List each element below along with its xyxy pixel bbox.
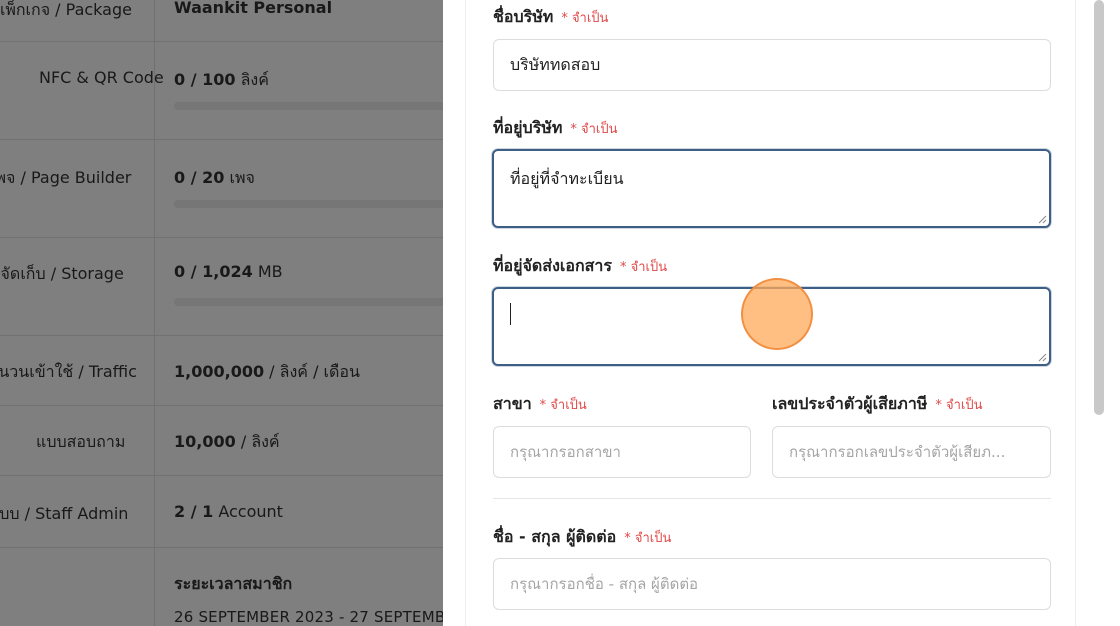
branch-label-text: สาขา	[493, 394, 532, 413]
company-name-label: ชื่อบริษัท * จำเป็น	[493, 5, 608, 30]
required-marker: * จำเป็น	[935, 398, 983, 413]
required-marker: * จำเป็น	[619, 260, 668, 275]
company-name-value: บริษัททดสอบ	[510, 54, 601, 74]
tax-id-input[interactable]: กรุณากรอกเลขประจำตัวผู้เสียภ...	[772, 426, 1051, 478]
company-address-label: ที่อยู่บริษัท * จำเป็น	[493, 116, 618, 141]
contact-name-placeholder: กรุณากรอกชื่อ - สกุล ผู้ติดต่อ	[510, 575, 699, 593]
contact-name-label: ชื่อ - สกุล ผู้ติดต่อ * จำเป็น	[493, 525, 671, 550]
click-indicator	[741, 278, 813, 350]
text-caret	[510, 303, 511, 325]
contact-name-label-text: ชื่อ - สกุล ผู้ติดต่อ	[493, 527, 617, 546]
required-marker: * จำเป็น	[570, 122, 618, 137]
shipping-address-label-text: ที่อยู่จัดส่งเอกสาร	[493, 256, 612, 275]
tax-id-placeholder: กรุณากรอกเลขประจำตัวผู้เสียภ...	[789, 443, 1006, 461]
contact-name-input[interactable]: กรุณากรอกชื่อ - สกุล ผู้ติดต่อ	[493, 558, 1051, 610]
tax-id-label: เลขประจำตัวผู้เสียภาษี * จำเป็น	[772, 392, 983, 417]
company-name-label-text: ชื่อบริษัท	[493, 7, 554, 26]
resize-grip-icon[interactable]	[1038, 215, 1047, 224]
drawer-scrollbar[interactable]	[1094, 0, 1104, 626]
section-divider	[493, 498, 1051, 499]
required-marker: * จำเป็น	[539, 398, 587, 413]
scrollbar-thumb[interactable]	[1094, 0, 1104, 415]
shipping-address-label: ที่อยู่จัดส่งเอกสาร * จำเป็น	[493, 254, 667, 279]
branch-placeholder: กรุณากรอกสาขา	[510, 443, 621, 461]
resize-grip-icon[interactable]	[1038, 353, 1047, 362]
required-marker: * จำเป็น	[561, 11, 609, 26]
branch-input[interactable]: กรุณากรอกสาขา	[493, 426, 751, 478]
branch-label: สาขา * จำเป็น	[493, 392, 587, 417]
company-name-input[interactable]: บริษัททดสอบ	[493, 39, 1051, 91]
tax-id-label-text: เลขประจำตัวผู้เสียภาษี	[772, 394, 928, 413]
company-address-label-text: ที่อยู่บริษัท	[493, 118, 563, 137]
company-address-value: ที่อยู่ที่จำทะเบียน	[510, 169, 624, 188]
company-address-textarea[interactable]: ที่อยู่ที่จำทะเบียน	[492, 149, 1051, 228]
required-marker: * จำเป็น	[624, 531, 672, 546]
